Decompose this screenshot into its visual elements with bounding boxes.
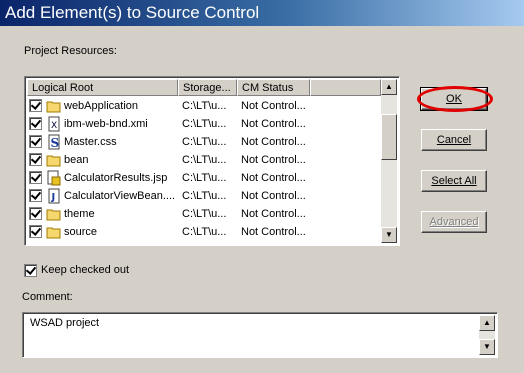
row-cm-status: Not Control... <box>241 136 306 148</box>
folder-icon <box>46 98 62 114</box>
column-header-empty <box>310 79 381 96</box>
scroll-down-icon[interactable]: ▼ <box>381 227 397 243</box>
row-storage: C:\LT\u... <box>182 100 227 112</box>
ok-button[interactable]: OK <box>420 87 488 111</box>
row-storage: C:\LT\u... <box>182 154 227 166</box>
row-cm-status: Not Control... <box>241 172 306 184</box>
keep-checked-out-checkbox[interactable] <box>24 264 37 277</box>
row-checkbox[interactable] <box>29 225 42 238</box>
row-name: theme <box>64 208 95 220</box>
row-name: source <box>64 226 98 238</box>
row-cm-status: Not Control... <box>241 100 306 112</box>
project-resources-label: Project Resources: <box>24 45 117 57</box>
keep-checked-out-label[interactable]: Keep checked out <box>41 264 129 276</box>
row-checkbox[interactable] <box>29 135 42 148</box>
java-file-icon: J <box>46 188 62 204</box>
row-storage: C:\LT\u... <box>182 208 227 220</box>
cancel-button[interactable]: Cancel <box>421 129 487 151</box>
row-storage: C:\LT\u... <box>182 226 227 238</box>
row-name: CalculatorResults.jsp <box>64 172 168 184</box>
row-storage: C:\LT\u... <box>182 136 227 148</box>
row-name: webApplication <box>64 100 138 112</box>
list-header: Logical Root Storage... CM Status <box>27 79 381 96</box>
column-header-logical-root[interactable]: Logical Root <box>27 79 178 96</box>
row-checkbox[interactable] <box>29 189 42 202</box>
row-checkbox[interactable] <box>29 153 42 166</box>
folder-icon <box>46 152 62 168</box>
table-row[interactable]: CalculatorResults.jsp C:\LT\u... Not Contr… <box>27 169 381 187</box>
table-row[interactable]: source C:\LT\u... Not Control... <box>27 223 381 241</box>
row-checkbox[interactable] <box>29 99 42 112</box>
folder-icon <box>46 206 62 222</box>
row-cm-status: Not Control... <box>241 154 306 166</box>
comment-scroll-down-icon[interactable]: ▼ <box>479 339 495 355</box>
row-storage: C:\LT\u... <box>182 118 227 130</box>
svg-text:S: S <box>51 136 60 150</box>
advanced-button[interactable]: Advanced <box>421 211 487 233</box>
resources-list[interactable]: Logical Root Storage... CM Status webApp… <box>24 76 400 246</box>
table-row[interactable]: bean C:\LT\u... Not Control... <box>27 151 381 169</box>
scroll-thumb[interactable] <box>381 114 397 160</box>
list-rows: webApplication C:\LT\u... Not Control... Xi… <box>27 97 381 243</box>
row-cm-status: Not Control... <box>241 190 306 202</box>
comment-scroll-up-icon[interactable]: ▲ <box>479 315 495 331</box>
xmi-file-icon: X <box>46 116 62 132</box>
row-checkbox[interactable] <box>29 171 42 184</box>
window-title: Add Element(s) to Source Control <box>0 0 524 26</box>
select-all-button[interactable]: Select All <box>421 170 487 192</box>
svg-text:X: X <box>51 121 57 131</box>
row-name: ibm-web-bnd.xmi <box>64 118 148 130</box>
row-cm-status: Not Control... <box>241 226 306 238</box>
row-storage: C:\LT\u... <box>182 172 227 184</box>
column-header-cm-status[interactable]: CM Status <box>237 79 310 96</box>
row-cm-status: Not Control... <box>241 208 306 220</box>
comment-label: Comment: <box>22 291 73 303</box>
list-scrollbar[interactable]: ▲ ▼ <box>381 79 397 243</box>
table-row[interactable]: theme C:\LT\u... Not Control... <box>27 205 381 223</box>
row-storage: C:\LT\u... <box>182 190 227 202</box>
table-row[interactable]: webApplication C:\LT\u... Not Control... <box>27 97 381 115</box>
row-checkbox[interactable] <box>29 117 42 130</box>
table-row[interactable]: J CalculatorViewBean.... C:\LT\u... Not Con… <box>27 187 381 205</box>
comment-scrollbar[interactable]: ▲ ▼ <box>479 315 495 355</box>
table-row[interactable]: Xibm-web-bnd.xmi C:\LT\u... Not Control... <box>27 115 381 133</box>
comment-text: WSAD project <box>30 317 100 329</box>
row-checkbox[interactable] <box>29 207 42 220</box>
svg-text:J: J <box>51 192 56 203</box>
row-name: Master.css <box>64 136 117 148</box>
comment-textarea[interactable]: WSAD project ▲ ▼ <box>22 312 498 358</box>
scroll-up-icon[interactable]: ▲ <box>381 79 397 95</box>
css-file-icon: S <box>46 134 62 150</box>
row-cm-status: Not Control... <box>241 118 306 130</box>
column-header-storage[interactable]: Storage... <box>178 79 237 96</box>
folder-icon <box>46 224 62 240</box>
table-row[interactable]: S Master.css C:\LT\u... Not Control... <box>27 133 381 151</box>
row-name: CalculatorViewBean.... <box>64 190 176 202</box>
row-name: bean <box>64 154 89 166</box>
jsp-file-icon <box>46 170 62 186</box>
